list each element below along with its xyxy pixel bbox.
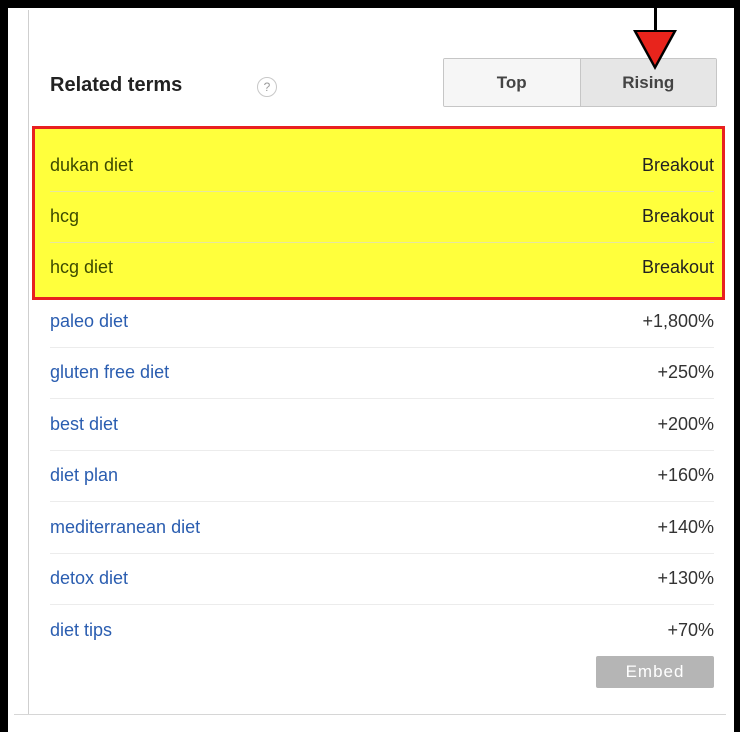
term-link[interactable]: diet plan <box>50 465 118 486</box>
panel-left-border <box>28 10 29 714</box>
term-value: Breakout <box>641 155 714 175</box>
table-row[interactable]: best diet +200% <box>50 399 714 451</box>
term-link[interactable]: best diet <box>50 414 118 435</box>
term-value: +140% <box>657 517 714 537</box>
help-icon[interactable]: ? <box>257 77 277 97</box>
term-link[interactable]: dukan diet <box>50 155 133 176</box>
table-row[interactable]: paleo diet +1,800% <box>50 296 714 348</box>
table-row[interactable]: dukan diet Breakout <box>50 140 714 192</box>
table-row[interactable]: gluten free diet +250% <box>50 347 714 399</box>
term-link[interactable]: paleo diet <box>50 311 128 332</box>
term-value: Breakout <box>641 206 714 226</box>
panel-bottom-border <box>14 714 726 715</box>
annotation-arrow-fill <box>637 32 673 65</box>
term-link[interactable]: gluten free diet <box>50 362 169 383</box>
term-value: +200% <box>657 414 714 434</box>
panel-title: Related terms <box>50 74 183 96</box>
term-value: +250% <box>657 362 714 382</box>
term-link[interactable]: detox diet <box>50 568 128 589</box>
table-row[interactable]: detox diet +130% <box>50 553 714 605</box>
embed-button[interactable]: Embed <box>596 656 714 688</box>
term-value: +70% <box>667 620 714 640</box>
term-link[interactable]: diet tips <box>50 620 112 641</box>
tab-top[interactable]: Top <box>444 59 581 106</box>
table-row[interactable]: hcg diet Breakout <box>50 242 714 293</box>
term-link[interactable]: hcg diet <box>50 257 113 278</box>
term-value: Breakout <box>641 257 714 277</box>
term-value: +1,800% <box>642 311 714 331</box>
term-value: +130% <box>657 568 714 588</box>
term-value: +160% <box>657 465 714 485</box>
table-row[interactable]: diet tips +70% <box>50 605 714 656</box>
term-link[interactable]: hcg <box>50 206 79 227</box>
table-row[interactable]: mediterranean diet +140% <box>50 502 714 554</box>
term-link[interactable]: mediterranean diet <box>50 517 200 538</box>
table-row[interactable]: diet plan +160% <box>50 450 714 502</box>
table-row[interactable]: hcg Breakout <box>50 191 714 243</box>
